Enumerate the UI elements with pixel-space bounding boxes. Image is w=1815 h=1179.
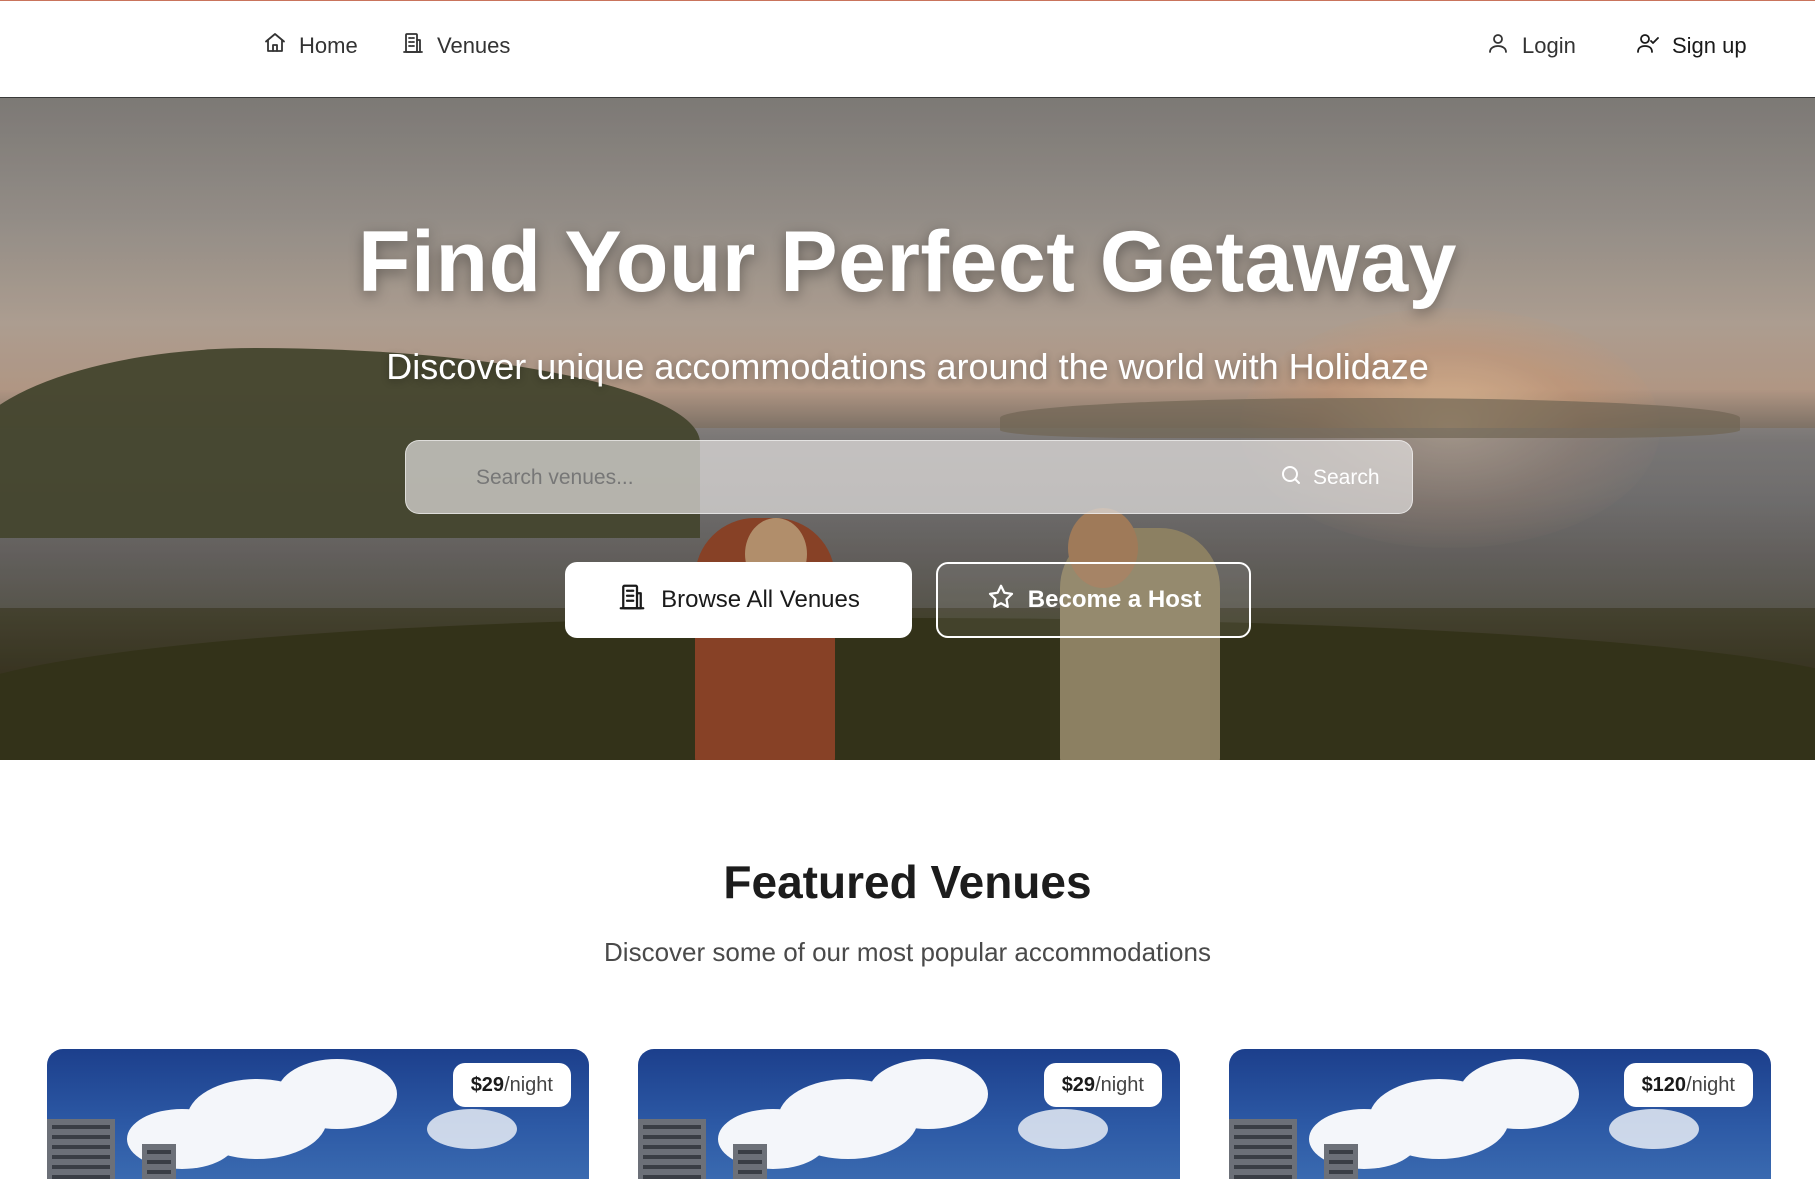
price-badge: $120 /night	[1623, 1063, 1753, 1107]
become-host-button[interactable]: Become a Host	[936, 562, 1251, 638]
price-unit: /night	[1095, 1073, 1144, 1096]
become-host-label: Become a Host	[1027, 586, 1202, 613]
featured-venues-title: Featured Venues	[723, 856, 1092, 908]
search-button-label: Search	[1313, 466, 1380, 489]
price-badge: $29 /night	[1043, 1063, 1162, 1107]
star-icon	[986, 582, 1016, 619]
browse-all-venues-button[interactable]: Browse All Venues	[565, 562, 912, 638]
hero-subtitle: Discover unique accommodations around th…	[386, 346, 1429, 387]
price-amount: $29	[1061, 1073, 1096, 1096]
price-amount: $120	[1641, 1073, 1687, 1096]
hero-section: Find Your Perfect Getaway Discover uniqu…	[0, 98, 1815, 760]
nav-login-link[interactable]: Login	[1486, 31, 1576, 61]
nav-signup-link[interactable]: Sign up	[1636, 31, 1747, 61]
search-bar: Search	[405, 440, 1413, 514]
search-icon	[1279, 463, 1303, 493]
top-navigation: Home Venues Login Sign up	[0, 0, 1815, 98]
browse-all-venues-label: Browse All Venues	[661, 586, 860, 613]
venue-card[interactable]: $120 /night	[1229, 1049, 1771, 1179]
nav-login-label: Login	[1522, 33, 1576, 58]
nav-venues-link[interactable]: Venues	[401, 31, 510, 61]
search-button[interactable]: Search	[1271, 459, 1388, 497]
search-input[interactable]	[476, 460, 1236, 496]
price-badge: $29 /night	[452, 1063, 571, 1107]
price-unit: /night	[1686, 1073, 1735, 1096]
featured-venues-subtitle: Discover some of our most popular accomm…	[604, 937, 1211, 967]
venue-card[interactable]: $29 /night	[47, 1049, 589, 1179]
price-unit: /night	[504, 1073, 553, 1096]
nav-signup-label: Sign up	[1672, 33, 1747, 58]
nav-home-label: Home	[299, 33, 358, 58]
building-icon	[617, 582, 647, 619]
price-amount: $29	[470, 1073, 505, 1096]
nav-venues-label: Venues	[437, 33, 511, 58]
building-icon	[401, 31, 425, 61]
user-icon	[1486, 31, 1510, 61]
hero-title: Find Your Perfect Getaway	[358, 214, 1457, 310]
user-check-icon	[1636, 31, 1660, 61]
nav-home-link[interactable]: Home	[263, 31, 358, 61]
home-icon	[263, 31, 287, 61]
venue-card[interactable]: $29 /night	[638, 1049, 1180, 1179]
